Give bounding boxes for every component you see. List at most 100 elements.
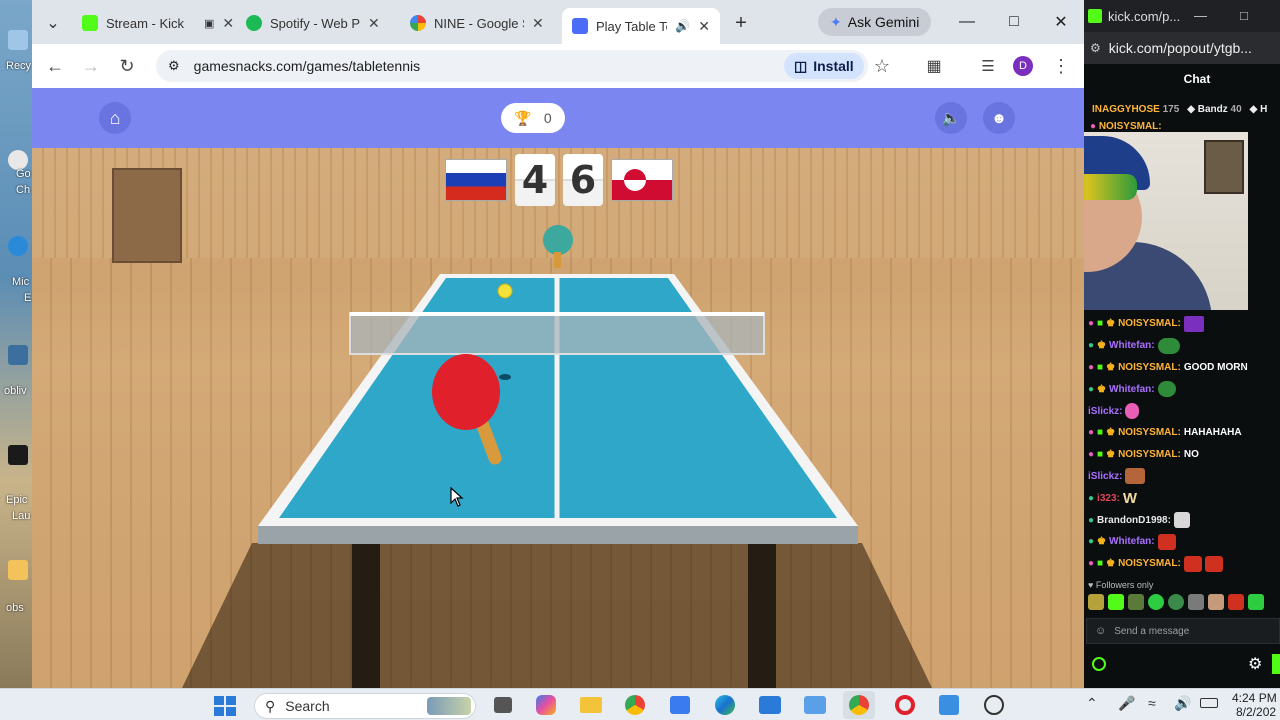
taskbar-search[interactable]: ⚲ Search xyxy=(254,693,476,719)
task-view-icon[interactable] xyxy=(494,697,512,713)
chat-emote xyxy=(1157,533,1176,550)
photos-icon[interactable] xyxy=(759,696,781,714)
chevron-down-icon: ⌄ xyxy=(46,15,60,32)
chat-username[interactable]: Whitefan: xyxy=(1109,536,1155,547)
edge-icon[interactable] xyxy=(715,695,735,715)
extensions-icon[interactable]: ▦ xyxy=(921,53,947,79)
install-app-button[interactable]: ◫ Install xyxy=(784,53,864,79)
minimize-button[interactable]: — xyxy=(1194,8,1207,23)
badge-icon: ■ xyxy=(1097,318,1104,330)
emote-icon[interactable] xyxy=(1148,594,1164,610)
chat-username[interactable]: BrandonD1998: xyxy=(1097,515,1171,526)
bookmark-star-icon[interactable]: ☆ xyxy=(869,53,895,79)
taskbar-search-label: Search xyxy=(285,698,330,714)
media-controls-icon[interactable]: ☰ xyxy=(975,53,1001,79)
emote-icon[interactable] xyxy=(1088,594,1104,610)
emote-icon[interactable] xyxy=(1248,594,1264,610)
site-info-icon[interactable]: ⚙ xyxy=(1090,41,1101,55)
copilot-icon[interactable] xyxy=(536,695,556,715)
close-window-button[interactable]: ✕ xyxy=(1046,10,1076,34)
audio-playing-icon[interactable]: 🔊 xyxy=(675,19,690,33)
edge-shortcut-icon[interactable] xyxy=(8,236,28,256)
obs-taskbar-icon[interactable] xyxy=(984,695,1004,715)
file-explorer-icon[interactable] xyxy=(580,697,602,713)
minimize-button[interactable]: — xyxy=(952,10,982,34)
chat-username[interactable]: iSlickz: xyxy=(1088,406,1122,417)
close-tab-icon[interactable]: ✕ xyxy=(222,15,234,32)
browser-menu-icon[interactable]: ⋮ xyxy=(1048,53,1074,79)
leaderboard-user[interactable]: ◆ Bandz 40 xyxy=(1187,104,1241,115)
chat-username[interactable]: iSlickz: xyxy=(1088,471,1122,482)
emote-picker-icon[interactable]: ☺ xyxy=(1095,625,1106,637)
chrome-taskbar-icon[interactable] xyxy=(625,695,645,715)
reload-button[interactable]: ↻ xyxy=(114,53,140,79)
leaderboard-user[interactable]: ◆ H xyxy=(1250,104,1268,115)
chrome-shortcut-icon[interactable] xyxy=(8,150,28,170)
profile-avatar[interactable]: D xyxy=(1013,56,1033,76)
badge-icon: ■ xyxy=(1097,361,1104,373)
forward-button[interactable]: → xyxy=(78,53,104,79)
ask-gemini-button[interactable]: ✦ Ask Gemini xyxy=(818,8,932,36)
sound-button[interactable]: 🔈 xyxy=(935,102,967,134)
maximize-button[interactable]: □ xyxy=(1240,8,1248,23)
microphone-icon[interactable]: 🎤 xyxy=(1118,695,1135,712)
kick-coin-icon[interactable] xyxy=(1092,657,1106,671)
chat-message: ● NOISYSMAL: xyxy=(1090,121,1162,132)
wifi-icon[interactable]: ≈ xyxy=(1148,695,1156,711)
store-icon[interactable] xyxy=(670,696,690,714)
tab-title: Spotify - Web Pla xyxy=(270,15,360,31)
taskbar-clock[interactable]: 4:24 PM 8/2/202 xyxy=(1232,691,1277,719)
close-tab-icon[interactable]: ✕ xyxy=(698,18,710,35)
chat-settings-icon[interactable]: ⚙ xyxy=(1248,654,1262,674)
tab-spotify[interactable]: Spotify - Web Pla ✕ xyxy=(236,8,390,38)
back-button[interactable]: ← xyxy=(42,53,68,79)
emote-icon[interactable] xyxy=(1128,594,1144,610)
close-tab-icon[interactable]: ✕ xyxy=(368,15,380,32)
chat-username[interactable]: Whitefan: xyxy=(1109,340,1155,351)
emote-icon[interactable] xyxy=(1108,594,1124,610)
show-hidden-icons-icon[interactable]: ⌃ xyxy=(1086,695,1098,712)
chat-username[interactable]: Whitefan: xyxy=(1109,384,1155,395)
opera-icon[interactable] xyxy=(895,695,915,715)
start-button[interactable] xyxy=(214,696,236,716)
table-tennis-scene xyxy=(182,225,932,688)
leaderboard-user[interactable]: INAGGYHOSE 175 xyxy=(1092,104,1179,115)
battery-icon[interactable] xyxy=(1200,698,1218,708)
chat-username[interactable]: NOISYSMAL: xyxy=(1118,558,1181,569)
address-bar[interactable]: ⚙ gamesnacks.com/games/tabletennis xyxy=(156,50,868,82)
tab-google-search[interactable]: NINE - Google S ✕ xyxy=(400,8,554,38)
paint-icon[interactable] xyxy=(939,695,959,715)
chat-username[interactable]: NOISYSMAL: xyxy=(1099,121,1162,132)
chat-username[interactable]: NOISYSMAL: xyxy=(1118,362,1181,373)
send-chat-button[interactable] xyxy=(1272,654,1280,674)
game-area[interactable]: ⌂ 🏆 0 🔈 ☻ 4 6 xyxy=(32,88,1084,688)
maximize-button[interactable]: □ xyxy=(999,10,1029,34)
chat-username[interactable]: NOISYSMAL: xyxy=(1118,449,1181,460)
chrome-profile-taskbar-icon[interactable] xyxy=(849,695,869,715)
obs-shortcut-icon[interactable] xyxy=(8,560,28,580)
tab-table-tennis[interactable]: Play Table Te 🔊 ✕ xyxy=(562,8,720,44)
chat-message: ● i323: W xyxy=(1088,487,1280,509)
recycle-bin-icon[interactable] xyxy=(8,30,28,50)
new-tab-button[interactable]: + xyxy=(728,10,754,36)
epic-games-shortcut-icon[interactable] xyxy=(8,445,28,465)
close-tab-icon[interactable]: ✕ xyxy=(532,15,544,32)
chat-username[interactable]: NOISYSMAL: xyxy=(1118,427,1181,438)
tab-search-button[interactable]: ⌄ xyxy=(40,10,66,36)
home-button[interactable]: ⌂ xyxy=(99,102,131,134)
chat-emote xyxy=(1183,315,1204,332)
snipping-tool-icon[interactable] xyxy=(804,696,826,714)
emote-icon[interactable] xyxy=(1228,594,1244,610)
message-input[interactable]: ☺ Send a message xyxy=(1086,618,1280,644)
profile-button[interactable]: ☻ xyxy=(983,102,1015,134)
emote-icon[interactable] xyxy=(1208,594,1224,610)
emote-icon[interactable] xyxy=(1168,594,1184,610)
oblivion-shortcut-icon[interactable] xyxy=(8,345,28,365)
volume-icon[interactable]: 🔊 xyxy=(1174,695,1191,712)
chat-username[interactable]: i323: xyxy=(1097,493,1120,504)
emote-icon[interactable] xyxy=(1188,594,1204,610)
site-info-icon[interactable]: ⚙ xyxy=(168,58,180,74)
windows-logo-icon xyxy=(226,707,236,716)
chat-username[interactable]: NOISYSMAL: xyxy=(1118,318,1181,329)
tab-kick-stream[interactable]: Stream - Kick ▣ ✕ xyxy=(72,8,244,38)
